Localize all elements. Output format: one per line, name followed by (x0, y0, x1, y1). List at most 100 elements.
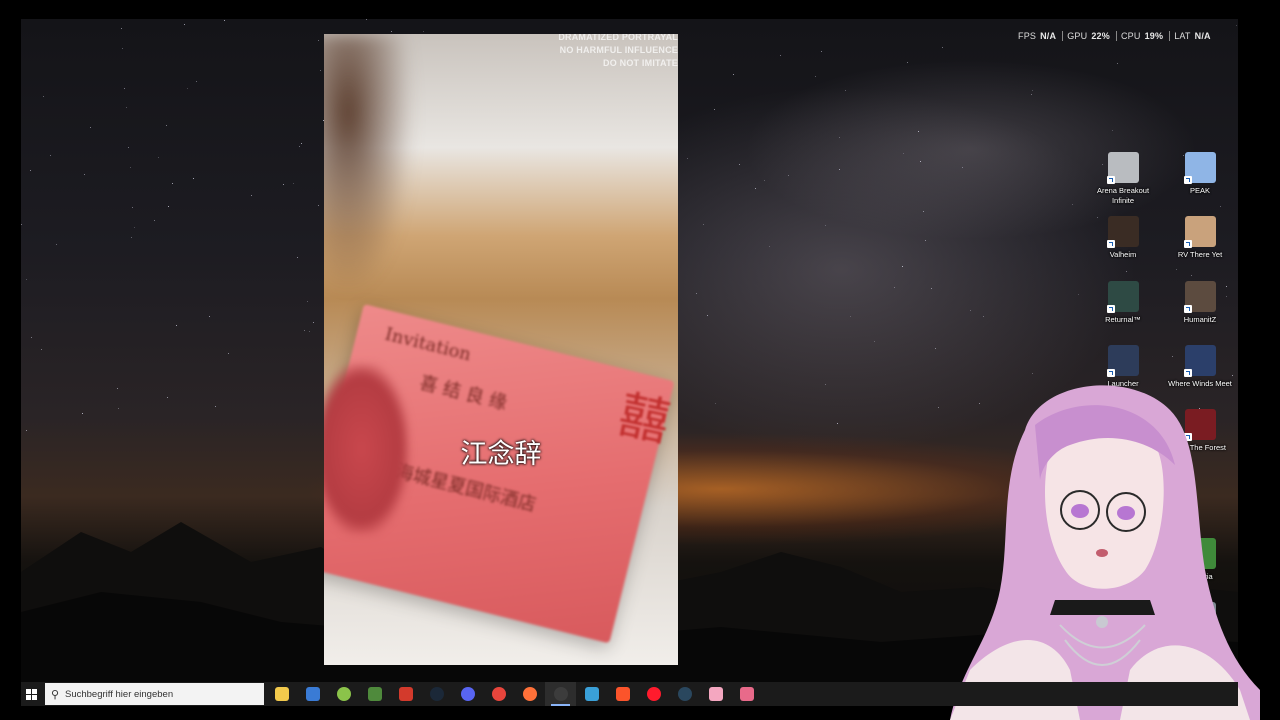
taskbar-app-button[interactable] (328, 682, 359, 706)
vtuber-avatar (950, 385, 1260, 720)
desktop-shortcut-label: HumanitZ (1183, 315, 1217, 324)
star (1116, 63, 1118, 65)
abi-icon (1106, 152, 1139, 184)
star (307, 301, 309, 303)
star (319, 70, 321, 72)
opera-icon (646, 687, 661, 701)
taskbar-app-button[interactable] (638, 682, 669, 706)
star (251, 195, 253, 197)
search-placeholder: Suchbegriff hier eingeben (65, 688, 174, 700)
taskbar-search-box[interactable]: ⚲ Suchbegriff hier eingeben (45, 683, 264, 705)
android-icon (336, 687, 351, 701)
desktop-shortcut[interactable]: PEAK (1168, 152, 1232, 196)
taskbar-app-button[interactable] (607, 682, 638, 706)
taskbar-app-button[interactable] (545, 682, 576, 706)
star (304, 329, 306, 331)
star (423, 30, 425, 32)
star (117, 408, 119, 410)
star (31, 336, 33, 338)
star (707, 315, 709, 317)
shortcut-arrow-icon (1106, 176, 1115, 184)
desktop-shortcut-label: PEAK (1189, 186, 1210, 195)
star (125, 107, 127, 109)
star (825, 225, 827, 227)
star (196, 80, 198, 82)
star (930, 287, 932, 289)
valheim-icon (1106, 216, 1139, 248)
star (153, 219, 155, 221)
star (313, 322, 315, 324)
star (167, 205, 169, 207)
taskbar-app-button[interactable] (669, 682, 700, 706)
taskbar-app-button[interactable] (452, 682, 483, 706)
star (158, 156, 160, 158)
star (124, 87, 126, 89)
desktop-shortcut[interactable]: Returnal™ (1091, 281, 1155, 325)
star (821, 51, 823, 53)
star (893, 287, 895, 289)
star (1175, 269, 1177, 271)
taskbar-app-button[interactable] (731, 682, 762, 706)
star (873, 340, 875, 342)
star (21, 223, 23, 225)
shortcut-arrow-icon (1106, 240, 1115, 248)
gpu-value: 22% (1091, 31, 1110, 41)
taskbar-app-button[interactable] (576, 682, 607, 706)
star (317, 205, 319, 207)
star (214, 405, 216, 407)
taskbar-app-button[interactable] (390, 682, 421, 706)
star (1191, 274, 1193, 276)
star (296, 256, 298, 258)
taskbar-app-button[interactable] (421, 682, 452, 706)
star (56, 244, 58, 246)
taskbar-app-button[interactable] (483, 682, 514, 706)
star (317, 40, 319, 42)
performance-overlay: FPS N/A GPU 22% CPU 19% LAT N/A (1018, 31, 1217, 41)
desktop-shortcut[interactable]: Valheim (1091, 216, 1155, 260)
pink-tool-icon (739, 687, 754, 701)
lat-label: LAT (1174, 31, 1191, 41)
video-player-window[interactable]: Invitation 喜 结 良 缘 海城星夏国际酒店 囍 江念辞 DRAMAT… (324, 34, 678, 665)
steam-2-icon (677, 687, 692, 701)
vtuber-app-icon (708, 687, 723, 701)
star (1111, 130, 1113, 132)
discord-icon (460, 687, 475, 701)
chrome-icon (491, 687, 506, 701)
disclaimer-line: DRAMATIZED PORTRAYAL (558, 34, 678, 42)
taskbar-pinned-apps (266, 682, 762, 706)
star (961, 166, 963, 168)
taskbar-app-button[interactable] (297, 682, 328, 706)
desktop-shortcut[interactable]: HumanitZ (1168, 281, 1232, 325)
star (25, 279, 27, 281)
star (292, 182, 294, 184)
star (1125, 270, 1127, 272)
star (129, 167, 131, 169)
desktop-shortcut[interactable]: RV There Yet (1168, 216, 1232, 260)
star (132, 206, 134, 208)
star (739, 163, 741, 165)
taskbar-app-button[interactable] (514, 682, 545, 706)
star (696, 292, 698, 294)
taskbar-app-button[interactable] (266, 682, 297, 706)
video-subtitle: 江念辞 (460, 439, 542, 470)
taskbar-app-button[interactable] (359, 682, 390, 706)
taskbar-app-button[interactable] (700, 682, 731, 706)
cpu-label: CPU (1120, 31, 1141, 41)
star (1031, 93, 1033, 95)
star (1236, 24, 1238, 26)
star (815, 76, 817, 78)
star (788, 174, 790, 176)
star (837, 422, 839, 424)
star (50, 154, 52, 156)
file-explorer-icon (274, 687, 289, 701)
desktop-shortcut[interactable]: Arena Breakout Infinite (1091, 152, 1155, 206)
disclaimer-line: NO HARMFUL INFLUENCE (559, 45, 678, 55)
blurred-background (324, 34, 414, 294)
start-button[interactable] (21, 682, 41, 706)
shortcut-arrow-icon (1183, 240, 1192, 248)
star (850, 316, 852, 318)
peak-icon (1183, 152, 1216, 184)
fps-label: FPS (1018, 31, 1037, 41)
disclaimer-line: DO NOT IMITATE (603, 58, 678, 68)
star (686, 157, 688, 159)
